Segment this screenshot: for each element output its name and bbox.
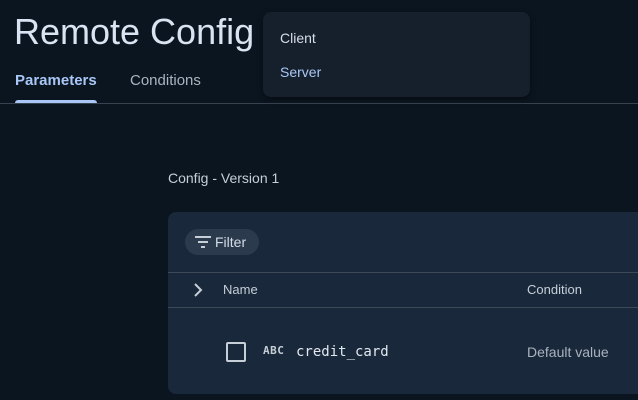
- dropdown-menu: Client Server: [263, 12, 530, 97]
- parameters-card: Filter Name Condition ABC credit_card De…: [168, 212, 638, 394]
- divider: [168, 307, 638, 308]
- tab-parameters[interactable]: Parameters: [15, 62, 97, 103]
- column-header-name[interactable]: Name: [223, 282, 258, 298]
- tabs-divider: [0, 103, 638, 104]
- parameter-name[interactable]: credit_card: [296, 343, 389, 361]
- menu-item-server[interactable]: Server: [280, 63, 321, 81]
- page-title: Remote Config: [14, 11, 255, 52]
- tab-conditions[interactable]: Conditions: [130, 62, 201, 103]
- condition-value: Default value: [527, 344, 609, 360]
- filter-icon: [195, 236, 211, 248]
- chevron-right-icon[interactable]: [190, 282, 206, 298]
- filter-label: Filter: [215, 234, 247, 250]
- divider: [168, 272, 638, 273]
- filter-button[interactable]: Filter: [185, 229, 259, 255]
- type-badge: ABC: [263, 344, 285, 357]
- version-label: Config - Version 1: [168, 170, 280, 186]
- column-header-condition[interactable]: Condition: [527, 282, 582, 298]
- menu-item-client[interactable]: Client: [280, 29, 316, 47]
- row-checkbox[interactable]: [226, 342, 246, 362]
